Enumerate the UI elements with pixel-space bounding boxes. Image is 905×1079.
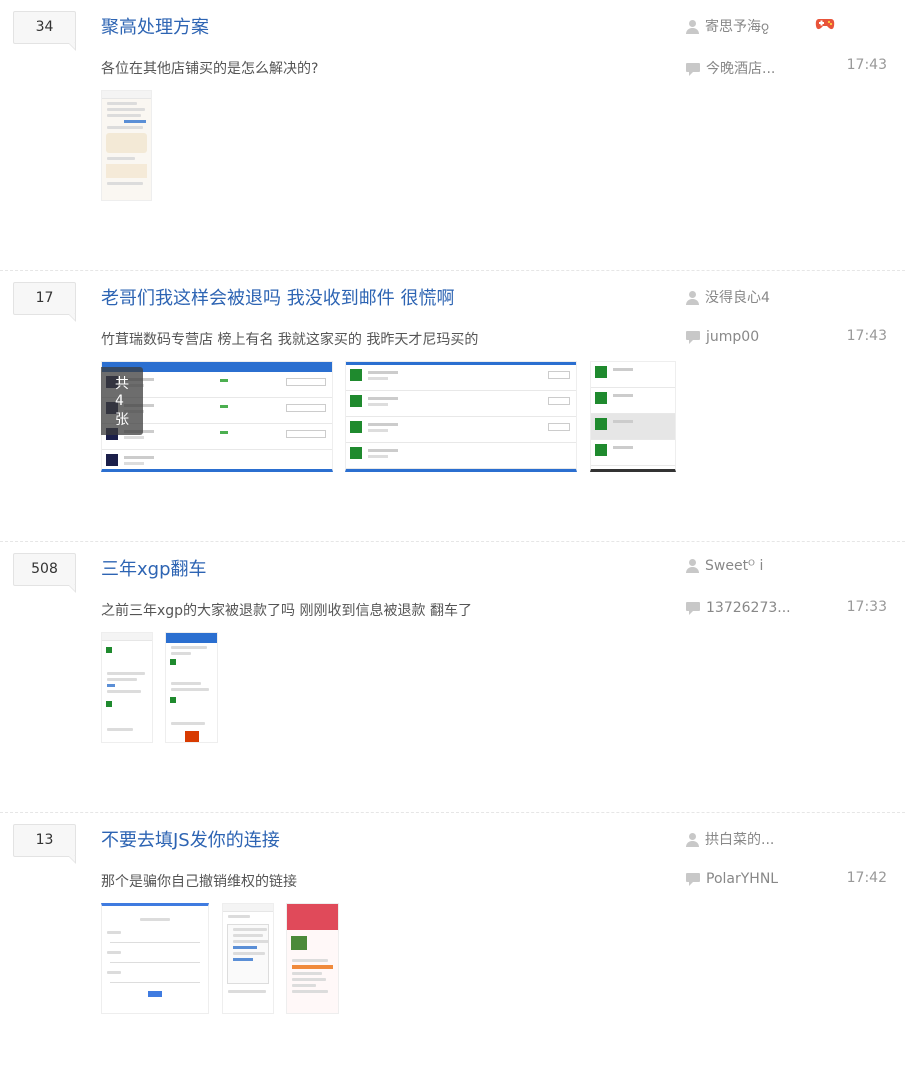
thumbnail-image[interactable] (101, 90, 152, 201)
picture-count-badge: 共 4 张 (101, 367, 143, 435)
user-icon (686, 559, 699, 573)
thumbnail-image[interactable] (590, 361, 676, 472)
thumbnail-image[interactable] (101, 903, 209, 1014)
reply-icon (686, 601, 700, 615)
user-icon (686, 20, 699, 34)
reply-count: 17 (13, 282, 76, 322)
thread-title[interactable]: 聚高处理方案 (101, 13, 209, 39)
thread-title[interactable]: 不要去填JS发你的连接 (101, 826, 280, 852)
last-reply-time: 17:43 (846, 328, 887, 344)
author-name[interactable]: Sweetᴼ i (705, 558, 763, 574)
thread-abstract: 之前三年xgp的大家被退款了吗 刚刚收到信息被退款 翻车了 (101, 603, 472, 619)
user-icon (686, 833, 699, 847)
reply-icon (686, 330, 700, 344)
reply-icon (686, 872, 700, 886)
reply-count: 34 (13, 11, 76, 51)
last-reply-time: 17:33 (846, 599, 887, 615)
last-reply-time: 17:43 (846, 57, 887, 73)
last-reply-author[interactable]: 13726273... (686, 600, 791, 616)
thread-item: 13 不要去填JS发你的连接 那个是骗你自己撤销维权的链接 拱白菜的... Po… (0, 813, 905, 1079)
thumbnail-image[interactable] (286, 903, 339, 1014)
last-reply-author[interactable]: PolarYHNL (686, 871, 778, 887)
thumbnail-image[interactable] (101, 632, 153, 743)
last-reply-time: 17:42 (846, 870, 887, 886)
last-reply-name[interactable]: 今晚酒店... (706, 61, 775, 77)
thread-author[interactable]: 拱白菜的... (686, 829, 774, 849)
thread-title[interactable]: 三年xgp翻车 (101, 555, 207, 581)
thread-author[interactable]: 寄思予海ჹ (686, 16, 769, 36)
last-reply-name[interactable]: PolarYHNL (706, 871, 778, 887)
last-reply-name[interactable]: jump00 (706, 329, 759, 345)
thread-abstract: 各位在其他店铺买的是怎么解决的? (101, 61, 319, 77)
author-name[interactable]: 拱白菜的... (705, 832, 774, 848)
thread-abstract: 那个是骗你自己撤销维权的链接 (101, 874, 297, 890)
thread-title[interactable]: 老哥们我这样会被退吗 我没收到邮件 很慌啊 (101, 284, 454, 310)
author-name[interactable]: 没得良心4 (705, 290, 770, 306)
thumbnail-image[interactable] (222, 903, 274, 1014)
thread-item: 17 老哥们我这样会被退吗 我没收到邮件 很慌啊 竹茸瑞数码专营店 榜上有名 我… (0, 271, 905, 542)
reply-icon (686, 62, 700, 76)
thread-abstract: 竹茸瑞数码专营店 榜上有名 我就这家买的 我昨天才尼玛买的 (101, 332, 479, 348)
author-name[interactable]: 寄思予海ჹ (705, 19, 769, 35)
last-reply-author[interactable]: 今晚酒店... (686, 58, 775, 78)
reply-count: 13 (13, 824, 76, 864)
thread-item: 508 三年xgp翻车 之前三年xgp的大家被退款了吗 刚刚收到信息被退款 翻车… (0, 542, 905, 813)
thread-author[interactable]: 没得良心4 (686, 287, 770, 307)
user-icon (686, 291, 699, 305)
thumbnail-image[interactable] (345, 361, 577, 472)
thread-item: 34 聚高处理方案 各位在其他店铺买的是怎么解决的? 寄思予海ჹ 今晚酒店...… (0, 0, 905, 271)
thumbnail-image[interactable] (165, 632, 218, 743)
reply-count: 508 (13, 553, 76, 593)
last-reply-name[interactable]: 13726273... (706, 600, 791, 616)
game-controller-icon (815, 19, 835, 30)
thread-author[interactable]: Sweetᴼ i (686, 558, 763, 574)
last-reply-author[interactable]: jump00 (686, 329, 759, 345)
